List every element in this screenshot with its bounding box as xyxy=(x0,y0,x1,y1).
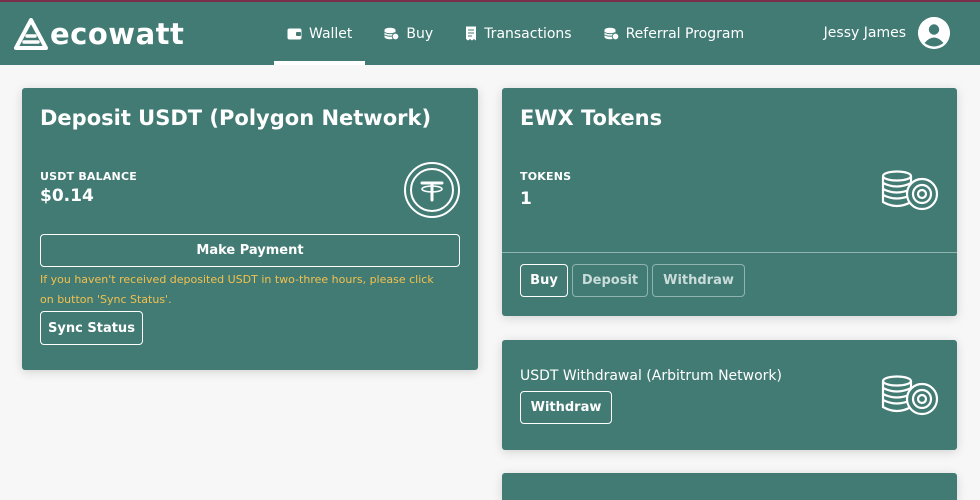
brand-logo[interactable]: ecowatt xyxy=(14,16,184,52)
main-nav: Wallet Buy Transactions Referral Program xyxy=(274,2,763,65)
usdt-balance-label: USDT BALANCE xyxy=(40,170,137,183)
ecowatt-logo-icon xyxy=(14,18,48,50)
nav-item-label: Wallet xyxy=(309,25,353,42)
brand-name: ecowatt xyxy=(50,17,185,51)
user-circle-icon xyxy=(918,17,950,49)
deposit-card: Deposit USDT (Polygon Network) USDT BALA… xyxy=(22,88,478,370)
nav-item-referral-program[interactable]: Referral Program xyxy=(591,2,758,65)
coins-icon xyxy=(384,27,400,40)
tether-icon xyxy=(404,162,460,218)
nav-item-buy[interactable]: Buy xyxy=(371,2,446,65)
next-card-partial xyxy=(502,473,957,500)
nav-item-label: Referral Program xyxy=(625,25,745,42)
deposit-card-title: Deposit USDT (Polygon Network) xyxy=(40,106,432,130)
usdt-withdrawal-title: USDT Withdrawal (Arbitrum Network) xyxy=(520,368,782,384)
receipt-icon xyxy=(466,26,477,41)
wallet-icon xyxy=(287,28,302,40)
usdt-balance-value: $0.14 xyxy=(40,186,94,206)
buy-tokens-button[interactable]: Buy xyxy=(520,264,568,297)
make-payment-button[interactable]: Make Payment xyxy=(40,234,460,267)
navbar: ecowatt Wallet Buy Transactions Referral… xyxy=(0,2,980,65)
coins-icon xyxy=(603,27,619,40)
sync-status-button[interactable]: Sync Status xyxy=(40,311,143,345)
deposit-tokens-button[interactable]: Deposit xyxy=(572,264,648,297)
sync-status-note: If you haven't received deposited USDT i… xyxy=(40,273,434,306)
usdt-withdraw-button[interactable]: Withdraw xyxy=(520,391,612,424)
ewx-tokens-card: EWX Tokens TOKENS 1 Buy Deposit Withdraw xyxy=(502,88,957,316)
nav-item-label: Buy xyxy=(406,25,434,42)
tokens-value: 1 xyxy=(520,189,532,209)
user-menu[interactable]: Jessy James xyxy=(824,17,950,49)
withdraw-tokens-button[interactable]: Withdraw xyxy=(652,264,745,297)
coins-stack-icon xyxy=(881,375,939,416)
ewx-tokens-title: EWX Tokens xyxy=(520,106,663,130)
nav-item-label: Transactions xyxy=(484,25,572,42)
coins-stack-icon xyxy=(881,170,939,211)
tokens-label: TOKENS xyxy=(520,170,572,183)
nav-item-wallet[interactable]: Wallet xyxy=(274,2,366,65)
user-name: Jessy James xyxy=(823,25,906,41)
usdt-withdrawal-card: USDT Withdrawal (Arbitrum Network) Withd… xyxy=(502,340,957,450)
nav-item-transactions[interactable]: Transactions xyxy=(452,2,584,65)
tokens-divider xyxy=(502,252,957,253)
